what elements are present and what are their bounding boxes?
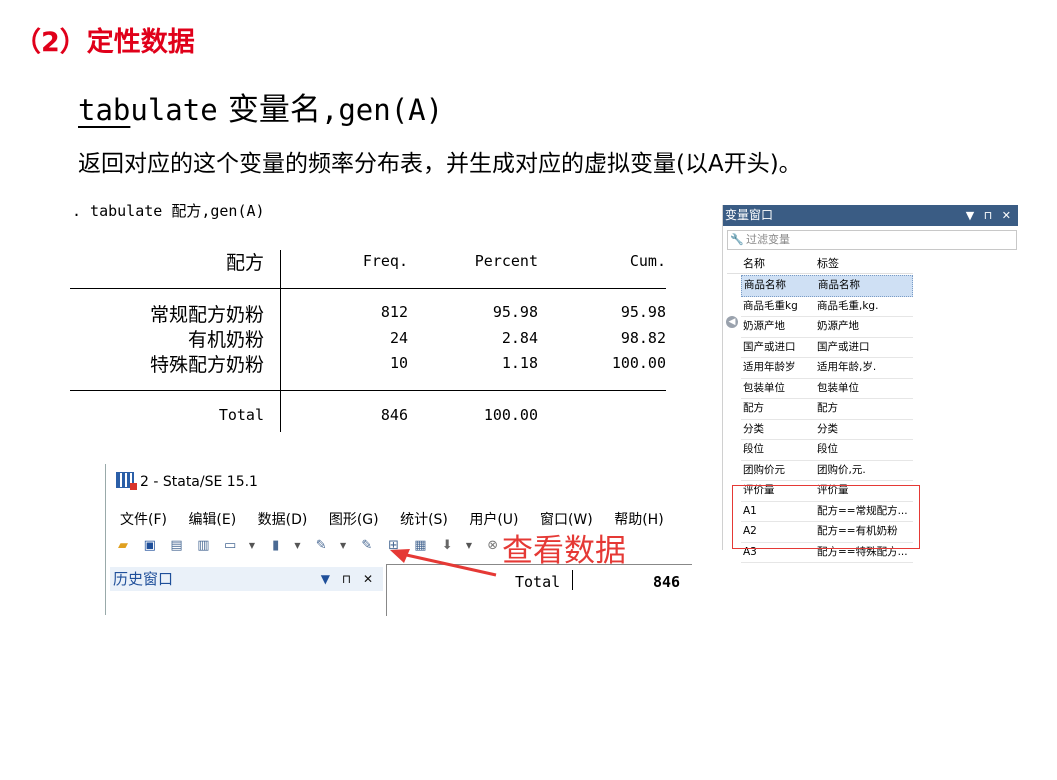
do-file-editor-icon[interactable]: ✎ [312, 537, 330, 555]
variable-label: 分类 [817, 422, 838, 435]
variable-name: 团购价元 [743, 463, 785, 476]
chevron-down-icon[interactable]: ▼ [248, 537, 256, 555]
total-freq: 846 [380, 406, 408, 424]
chevron-down-icon[interactable]: ▼ [339, 537, 347, 555]
data-editor-icon[interactable]: ✎ [358, 537, 376, 555]
variable-label: 包装单位 [817, 381, 859, 394]
graph-icon[interactable]: ▮ [267, 537, 285, 555]
variable-row[interactable]: 国产或进口 国产或进口 [741, 338, 913, 358]
command-rest: ulate [130, 93, 218, 127]
variable-name: 包装单位 [743, 381, 785, 394]
header-variable: 配方 [225, 252, 264, 274]
variable-label: 段位 [817, 443, 838, 455]
variable-label: 国产或进口 [817, 340, 870, 353]
variable-row[interactable]: 分类 分类 [741, 420, 913, 440]
command-abbrev: tab [78, 93, 131, 127]
wrench-icon[interactable]: 🔧 [728, 231, 746, 249]
variable-window-titlebar: 变量窗口 ▼ ⊓ ✕ [723, 205, 1018, 226]
filter-input[interactable]: 🔧 过滤变量 [727, 230, 1017, 250]
variable-row[interactable]: 配方 配方 [741, 399, 913, 420]
menu-file[interactable]: 文件(F) [120, 512, 167, 528]
variable-row[interactable]: 商品名称 商品名称 [741, 275, 913, 297]
stata-window-title: 2 - Stata/SE 15.1 [140, 474, 258, 490]
variable-row[interactable]: 团购价元 团购价,元. [741, 461, 913, 481]
column-label[interactable]: 标签 [817, 255, 839, 273]
filter-placeholder: 过滤变量 [746, 233, 790, 246]
row-freq: 24 [389, 329, 408, 347]
variable-row[interactable]: 奶源产地 奶源产地 [741, 317, 913, 338]
stata-command-echo: . tabulate 配方,gen(A) [72, 202, 265, 220]
viewer-icon[interactable]: ▭ [221, 537, 239, 555]
header-percent: Percent [474, 252, 538, 270]
row-percent: 95.98 [492, 303, 538, 321]
row-label: 常规配方奶粉 [149, 304, 264, 326]
history-window-title: 历史窗口 [113, 570, 174, 588]
history-window-titlebar: 历史窗口 ▼ ⊓ ✕ [110, 567, 383, 591]
menu-graphics[interactable]: 图形(G) [329, 512, 379, 528]
row-percent: 2.84 [501, 329, 538, 347]
variable-table-header: 名称 标签 [727, 255, 913, 274]
variable-name: 商品名称 [744, 279, 786, 291]
row-freq: 812 [380, 303, 408, 321]
log-icon[interactable]: ▥ [194, 537, 212, 555]
variable-label: 奶源产地 [817, 320, 859, 332]
header-cum: Cum. [629, 252, 666, 270]
variable-name: 分类 [743, 422, 764, 435]
total-label: Total [218, 406, 264, 424]
row-cum: 100.00 [611, 354, 666, 372]
stata-titlebar: 2 - Stata/SE 15.1 [116, 472, 258, 490]
command-option: ,gen(A) [320, 93, 444, 127]
variable-name: 奶源产地 [743, 320, 785, 332]
variable-name: 配方 [743, 402, 764, 414]
row-freq: 10 [389, 354, 408, 372]
annotation-label: 查看数据 [502, 533, 626, 569]
row-label: 有机奶粉 [187, 329, 264, 351]
variable-row[interactable]: 适用年龄岁 适用年龄,岁. [741, 358, 913, 379]
variable-row[interactable]: 商品毛重kg 商品毛重,kg. [741, 297, 913, 317]
back-arrow-icon[interactable]: ◀ [726, 316, 738, 328]
window-control-icons[interactable]: ▼ ⊓ ✕ [966, 205, 1014, 226]
window-control-icons[interactable]: ▼ ⊓ ✕ [321, 567, 377, 591]
row-label: 特殊配方奶粉 [149, 354, 264, 376]
menu-edit[interactable]: 编辑(E) [188, 512, 236, 528]
variable-label: 商品毛重,kg. [817, 299, 879, 312]
total-percent: 100.00 [483, 406, 538, 424]
results-divider [572, 570, 573, 590]
section-title: （2）定性数据 [14, 27, 195, 58]
variable-name: 商品毛重kg [743, 299, 798, 312]
menu-statistics[interactable]: 统计(S) [400, 512, 448, 528]
results-total-value: 846 [653, 573, 681, 591]
annotation-arrow-icon [390, 549, 497, 577]
variable-label: 商品名称 [818, 279, 860, 291]
row-percent: 1.18 [501, 354, 538, 372]
dummy-variables-highlight [732, 485, 920, 549]
variable-row[interactable]: 包装单位 包装单位 [741, 379, 913, 399]
column-name[interactable]: 名称 [743, 255, 765, 273]
variable-name: 段位 [743, 443, 764, 455]
save-icon[interactable]: ▣ [141, 537, 159, 555]
chevron-down-icon[interactable]: ▼ [293, 537, 301, 555]
frequency-table: 配方 Freq. Percent Cum. 常规配方奶粉 812 95.98 9… [70, 240, 670, 435]
row-cum: 95.98 [620, 303, 666, 321]
variable-label: 适用年龄,岁. [817, 361, 877, 373]
variable-label: 团购价,元. [817, 463, 866, 476]
menu-data[interactable]: 数据(D) [258, 512, 308, 528]
row-cum: 98.82 [620, 329, 666, 347]
variable-window-title: 变量窗口 [725, 208, 774, 222]
variable-label: 配方 [817, 402, 838, 414]
description: 返回对应的这个变量的频率分布表，并生成对应的虚拟变量(以A开头)。 [78, 151, 802, 177]
results-total-label: Total [515, 573, 561, 591]
variable-name: 适用年龄岁 [743, 361, 796, 373]
stata-app-icon [116, 472, 137, 490]
variable-placeholder: 变量名 [227, 92, 321, 128]
header-freq: Freq. [362, 252, 408, 270]
open-folder-icon[interactable]: ▰ [114, 537, 132, 555]
variable-row[interactable]: 段位 段位 [741, 440, 913, 461]
variable-name: 国产或进口 [743, 340, 796, 353]
command-syntax: tabulate 变量名,gen(A) [78, 84, 443, 129]
print-icon[interactable]: ▤ [168, 537, 186, 555]
